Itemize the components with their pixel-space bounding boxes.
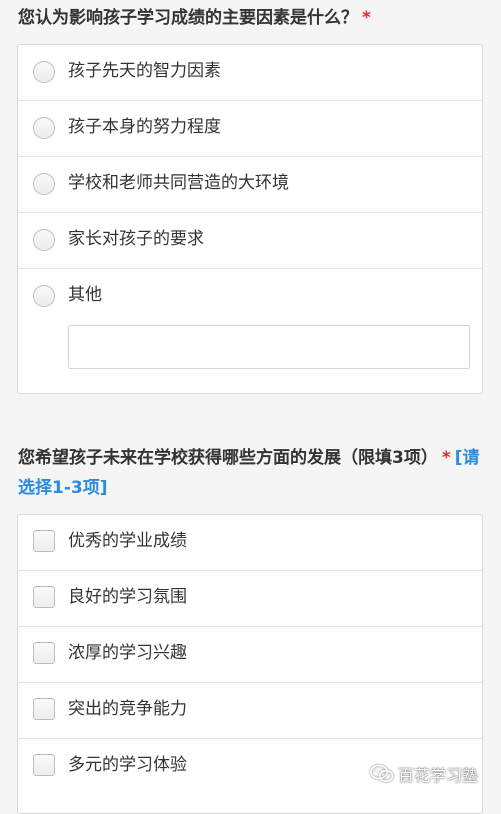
- checkbox[interactable]: [33, 586, 55, 608]
- question-2-title: 您希望孩子未来在学校获得哪些方面的发展（限填3项） * [请选择1-3项]: [18, 443, 484, 503]
- checkbox-option[interactable]: 优秀的学业成绩: [18, 515, 482, 571]
- option-label: 孩子先天的智力因素: [68, 61, 221, 81]
- checkbox[interactable]: [33, 530, 55, 552]
- radio-button[interactable]: [33, 229, 55, 251]
- checkbox[interactable]: [33, 642, 55, 664]
- checkbox-option[interactable]: 良好的学习氛围: [18, 571, 482, 627]
- radio-button[interactable]: [33, 117, 55, 139]
- option-label: 家长对孩子的要求: [68, 229, 204, 249]
- option-label: 孩子本身的努力程度: [68, 117, 221, 137]
- wechat-icon: [370, 764, 394, 782]
- radio-button[interactable]: [33, 61, 55, 83]
- option-label: 优秀的学业成绩: [68, 531, 187, 551]
- radio-button[interactable]: [33, 173, 55, 195]
- option-label: 其他: [68, 285, 102, 305]
- radio-option[interactable]: 孩子先天的智力因素: [18, 45, 482, 101]
- question-1-text: 您认为影响孩子学习成绩的主要因素是什么？: [18, 8, 358, 28]
- option-label: 学校和老师共同营造的大环境: [68, 173, 289, 193]
- other-text-input[interactable]: [68, 325, 470, 369]
- option-label: 多元的学习体验: [68, 755, 187, 775]
- radio-option[interactable]: 孩子本身的努力程度: [18, 101, 482, 157]
- question-2-text: 您希望孩子未来在学校获得哪些方面的发展（限填3项）: [18, 448, 438, 468]
- checkbox[interactable]: [33, 698, 55, 720]
- radio-option[interactable]: 学校和老师共同营造的大环境: [18, 157, 482, 213]
- required-mark: *: [362, 8, 371, 28]
- option-label: 突出的竞争能力: [68, 699, 187, 719]
- checkbox-option[interactable]: 浓厚的学习兴趣: [18, 627, 482, 683]
- watermark: 百花学习塾: [370, 762, 478, 786]
- radio-option[interactable]: 家长对孩子的要求: [18, 213, 482, 269]
- checkbox[interactable]: [33, 754, 55, 776]
- required-mark: *: [441, 448, 451, 468]
- option-label: 良好的学习氛围: [68, 587, 187, 607]
- radio-button[interactable]: [33, 285, 55, 307]
- question-1-options: 孩子先天的智力因素 孩子本身的努力程度 学校和老师共同营造的大环境 家长对孩子的…: [17, 44, 483, 394]
- radio-option-other[interactable]: 其他: [18, 269, 482, 325]
- checkbox-option[interactable]: 突出的竞争能力: [18, 683, 482, 739]
- watermark-text: 百花学习塾: [398, 766, 479, 785]
- option-label: 浓厚的学习兴趣: [68, 643, 187, 663]
- question-1-title: 您认为影响孩子学习成绩的主要因素是什么？ *: [18, 3, 484, 33]
